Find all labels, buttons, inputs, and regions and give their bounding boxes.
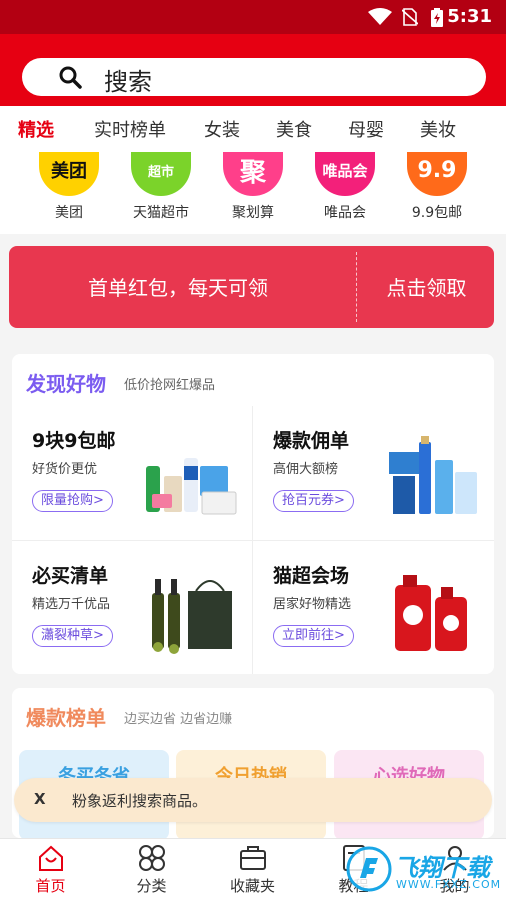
detergent-product-image — [395, 575, 467, 651]
section-title: 爆款榜单 — [26, 706, 106, 730]
tmall-supermarket-icon: 超市 — [131, 152, 191, 196]
no-sim-icon — [402, 8, 418, 26]
tab-beauty[interactable]: 美妆 — [420, 116, 456, 142]
go-now-button[interactable]: 立即前往> — [273, 625, 354, 647]
recommend-button[interactable]: 瀟裂种草> — [32, 625, 113, 647]
header: 搜索 — [0, 34, 506, 106]
clock: 5:31 — [447, 6, 492, 27]
discover-item-9-9[interactable]: 9块9包邮 好货价更优 限量抢购> — [12, 406, 252, 540]
tab-food[interactable]: 美食 — [276, 116, 312, 142]
wifi-icon — [368, 8, 392, 25]
discover-item-must-buy[interactable]: 必买清单 精选万千优品 瀟裂种草> — [12, 541, 252, 675]
nav-category[interactable]: 分类 — [101, 839, 202, 900]
discover-section: 发现好物 低价抢网红爆品 9块9包邮 好货价更优 限量抢购> 爆款佣单 高佣大额… — [12, 354, 494, 674]
category-icon — [139, 845, 165, 871]
nav-home[interactable]: 首页 — [0, 839, 101, 900]
toiletries-product-image — [146, 458, 237, 515]
toast-close-button[interactable]: X — [34, 790, 46, 808]
home-icon — [39, 845, 63, 871]
status-bar: 5:31 — [0, 0, 506, 34]
tab-featured[interactable]: 精选 — [18, 116, 54, 142]
grab-coupon-button[interactable]: 抢百元券> — [273, 490, 354, 512]
limited-buy-button[interactable]: 限量抢购> — [32, 490, 113, 512]
vip-icon: 唯品会 — [315, 152, 375, 196]
tab-realtime-rank[interactable]: 实时榜单 — [94, 116, 166, 142]
search-icon — [59, 66, 82, 89]
discover-item-tmall-venue[interactable]: 猫超会场 居家好物精选 立即前往> — [253, 541, 493, 675]
watermark-url: WWW.FXXZ.COM — [396, 878, 502, 891]
section-title: 发现好物 — [26, 372, 106, 396]
toast-text: 粉象返利搜索商品。 — [72, 792, 208, 810]
watermark: 飞翔下载 WWW.FXXZ.COM — [340, 840, 506, 898]
section-subtitle: 边买边省 边省边赚 — [124, 712, 233, 727]
discover-item-hot-commission[interactable]: 爆款佣单 高佣大额榜 抢百元券> — [253, 406, 493, 540]
claim-button[interactable]: 点击领取 — [359, 272, 494, 301]
banner-text: 首单红包，每天可领 — [88, 276, 268, 300]
red-packet-banner[interactable]: 首单红包，每天可领 点击领取 — [9, 246, 494, 328]
tab-womens-wear[interactable]: 女装 — [204, 116, 240, 142]
nav-favorites[interactable]: 收藏夹 — [202, 839, 303, 900]
platform-shortcuts: 美团 美团 超市 天猫超市 聚 聚划算 唯品会 唯品会 9.9 9.9包邮 — [0, 152, 506, 234]
juhuasuan-icon: 聚 — [223, 152, 283, 196]
search-placeholder: 搜索 — [104, 68, 152, 96]
watermark-logo-icon — [346, 846, 392, 892]
tab-mother-baby[interactable]: 母婴 — [348, 116, 384, 142]
skincare-product-image — [389, 436, 477, 514]
olive-oil-product-image — [152, 579, 232, 654]
category-tabs: 精选 实时榜单 女装 美食 母婴 美妆 — [0, 106, 506, 152]
section-subtitle: 低价抢网红爆品 — [124, 378, 216, 393]
search-bar[interactable]: 搜索 — [22, 58, 486, 96]
nine-nine-icon: 9.9 — [407, 152, 467, 196]
banner-divider — [356, 252, 357, 322]
search-tip-toast: X 粉象返利搜索商品。 — [14, 778, 492, 822]
battery-charging-icon — [431, 8, 443, 27]
meituan-icon: 美团 — [39, 152, 99, 196]
favorites-box-icon — [240, 846, 266, 870]
